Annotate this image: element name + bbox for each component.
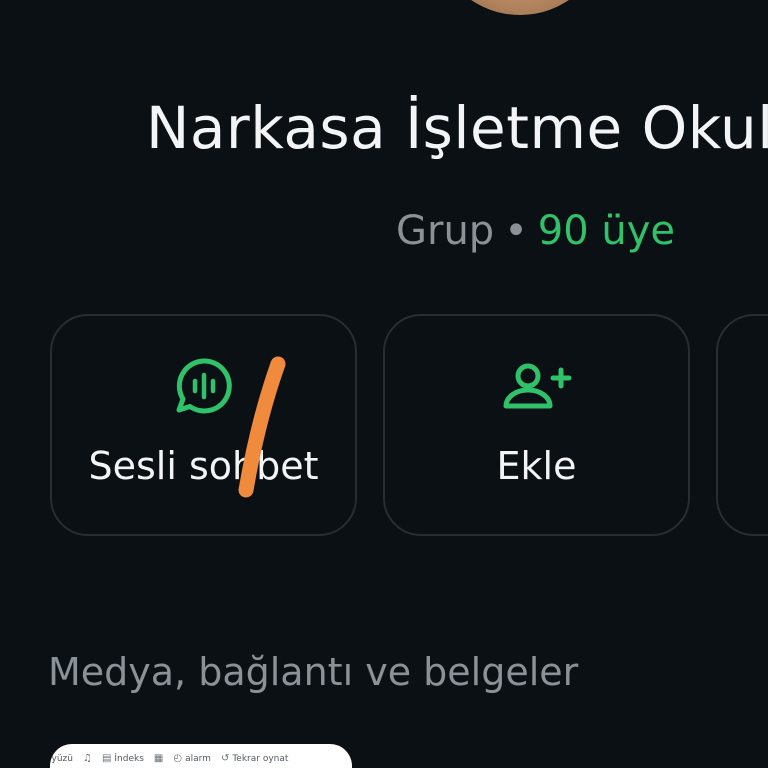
grid-icon: ▦	[153, 753, 164, 764]
audio-item[interactable]: ♫	[83, 753, 92, 764]
media-preview[interactable]: ayüzü ♫ ▤ İndeks ▦ ◴ alarm ↺ Tekrar oyna…	[50, 744, 352, 768]
view-label: ayüzü	[50, 753, 73, 764]
group-name: Narkasa İşletme Okulu	[146, 94, 768, 162]
group-avatar[interactable]	[440, 0, 600, 15]
voice-chat-label: Sesli sohbet	[88, 444, 319, 488]
replay-item[interactable]: ↺ Tekrar oynat	[221, 753, 288, 764]
more-action-button[interactable]	[716, 314, 768, 536]
replay-icon: ↺	[220, 753, 230, 764]
media-section-heading[interactable]: Medya, bağlantı ve belgeler	[48, 650, 578, 694]
voice-chat-button[interactable]: Sesli sohbet	[50, 314, 357, 536]
media-toolbar: ayüzü ♫ ▤ İndeks ▦ ◴ alarm ↺ Tekrar oyna…	[50, 744, 352, 764]
index-item[interactable]: ▤ İndeks	[102, 753, 144, 764]
group-info-screen: Narkasa İşletme Okulu Grup • 90 üye Sesli …	[0, 0, 768, 768]
add-member-button[interactable]: Ekle	[383, 314, 690, 536]
subtitle-separator: •	[504, 208, 528, 254]
view-item[interactable]: ayüzü	[50, 754, 73, 764]
alarm-item[interactable]: ◴ alarm	[173, 753, 211, 764]
index-icon: ▤	[101, 753, 112, 764]
group-kind: Grup	[396, 208, 495, 254]
member-count[interactable]: 90 üye	[538, 208, 675, 254]
group-subtitle: Grup • 90 üye	[396, 208, 675, 254]
voice-chat-icon	[172, 356, 236, 422]
annotation-scribble	[228, 352, 298, 506]
grid-item[interactable]: ▦	[154, 753, 163, 764]
alarm-icon: ◴	[173, 753, 183, 764]
add-member-label: Ekle	[496, 444, 577, 488]
replay-label: Tekrar oynat	[232, 753, 289, 764]
audio-icon: ♫	[82, 753, 92, 764]
add-person-icon	[501, 362, 573, 416]
alarm-label: alarm	[185, 753, 211, 764]
index-label: İndeks	[114, 753, 144, 764]
